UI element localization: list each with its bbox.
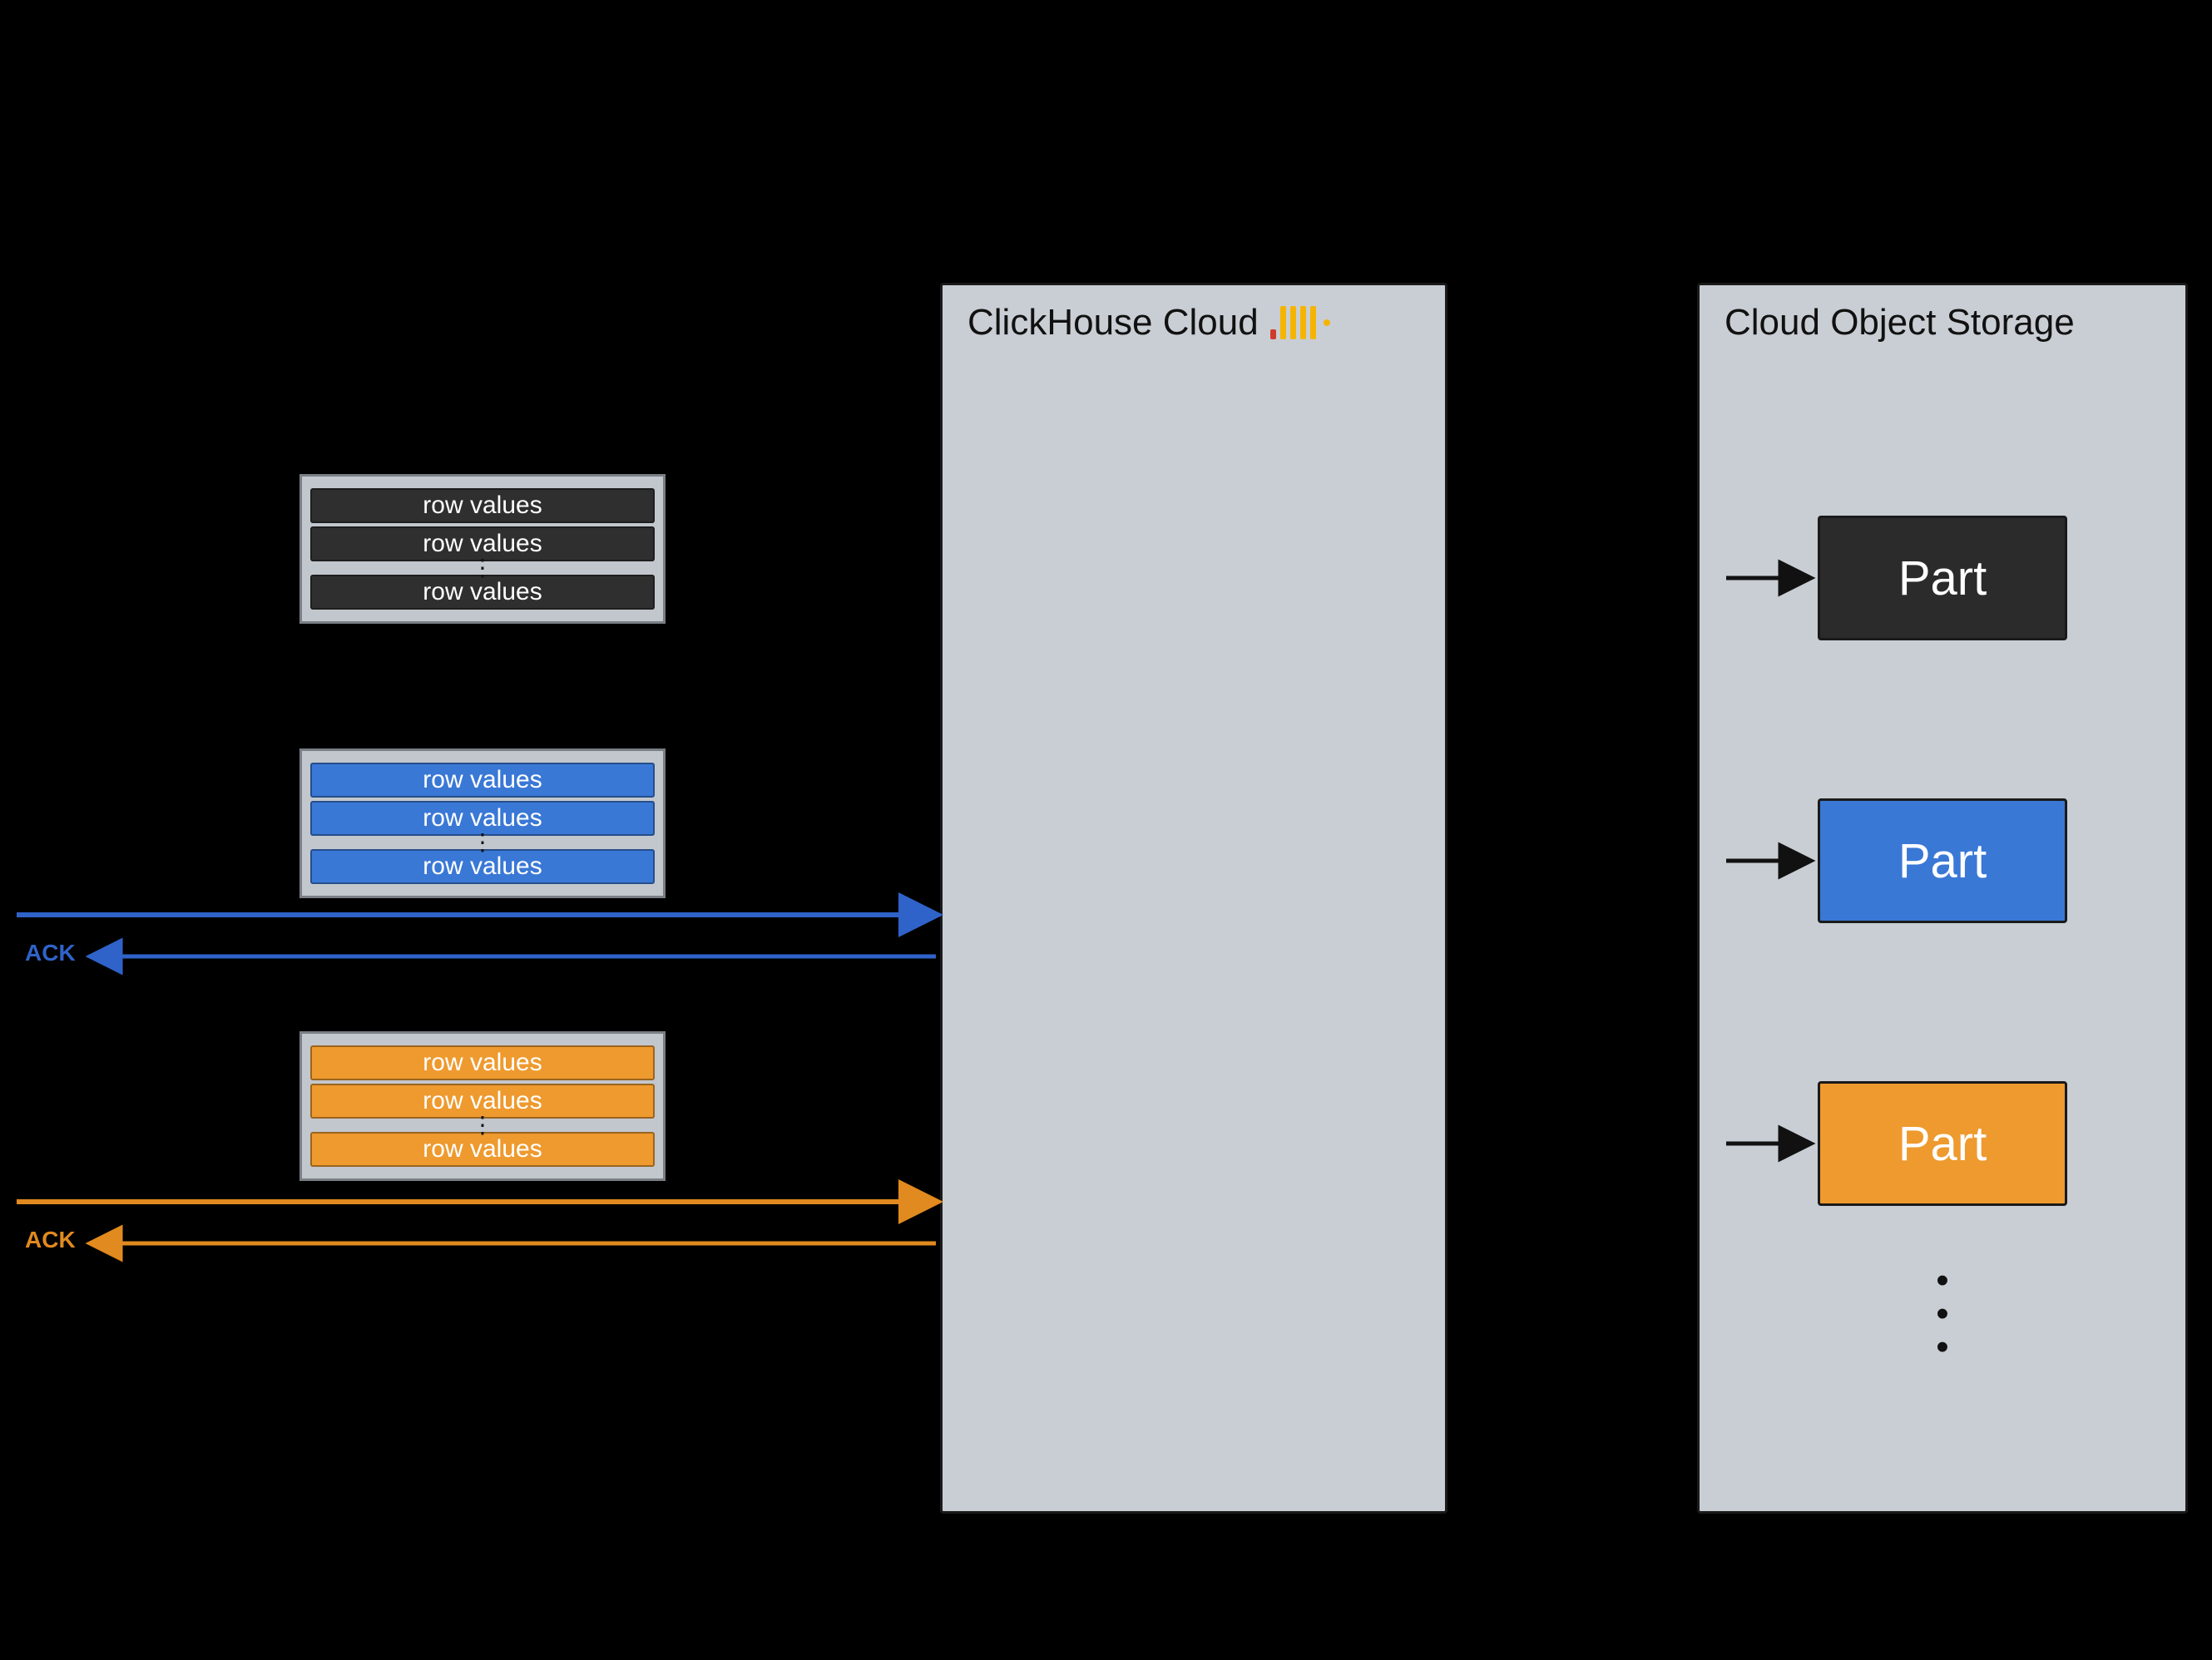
row-values-pill: row values xyxy=(310,575,655,610)
vertical-dots-icon: ⋮ xyxy=(310,839,655,846)
row-values-pill: row values xyxy=(310,1045,655,1080)
cloud-object-storage-title: Cloud Object Storage xyxy=(1700,285,2185,343)
clickhouse-logo-icon xyxy=(1270,306,1330,339)
vertical-dots-icon: ••• xyxy=(1926,1264,1959,1364)
clickhouse-cloud-title: ClickHouse Cloud xyxy=(943,285,1445,343)
insert-block-dark: row values row values ⋮ row values xyxy=(299,474,666,624)
row-values-pill: row values xyxy=(310,488,655,523)
part-box-dark: Part xyxy=(1818,516,2067,640)
cloud-object-storage-title-text: Cloud Object Storage xyxy=(1725,302,2075,343)
insert-block-orange: row values row values ⋮ row values xyxy=(299,1031,666,1181)
part-box-orange: Part xyxy=(1818,1081,2067,1206)
vertical-dots-icon: ⋮ xyxy=(310,565,655,571)
ack-label-orange: ACK xyxy=(25,1227,76,1253)
insert-block-blue: row values row values ⋮ row values xyxy=(299,748,666,898)
row-values-pill: row values xyxy=(310,1132,655,1167)
clickhouse-cloud-title-text: ClickHouse Cloud xyxy=(967,302,1259,343)
row-values-pill: row values xyxy=(310,849,655,884)
vertical-dots-icon: ⋮ xyxy=(310,1122,655,1129)
row-values-pill: row values xyxy=(310,763,655,798)
clickhouse-cloud-panel: ClickHouse Cloud xyxy=(940,283,1447,1514)
ack-label-blue: ACK xyxy=(25,940,76,966)
part-box-blue: Part xyxy=(1818,798,2067,923)
